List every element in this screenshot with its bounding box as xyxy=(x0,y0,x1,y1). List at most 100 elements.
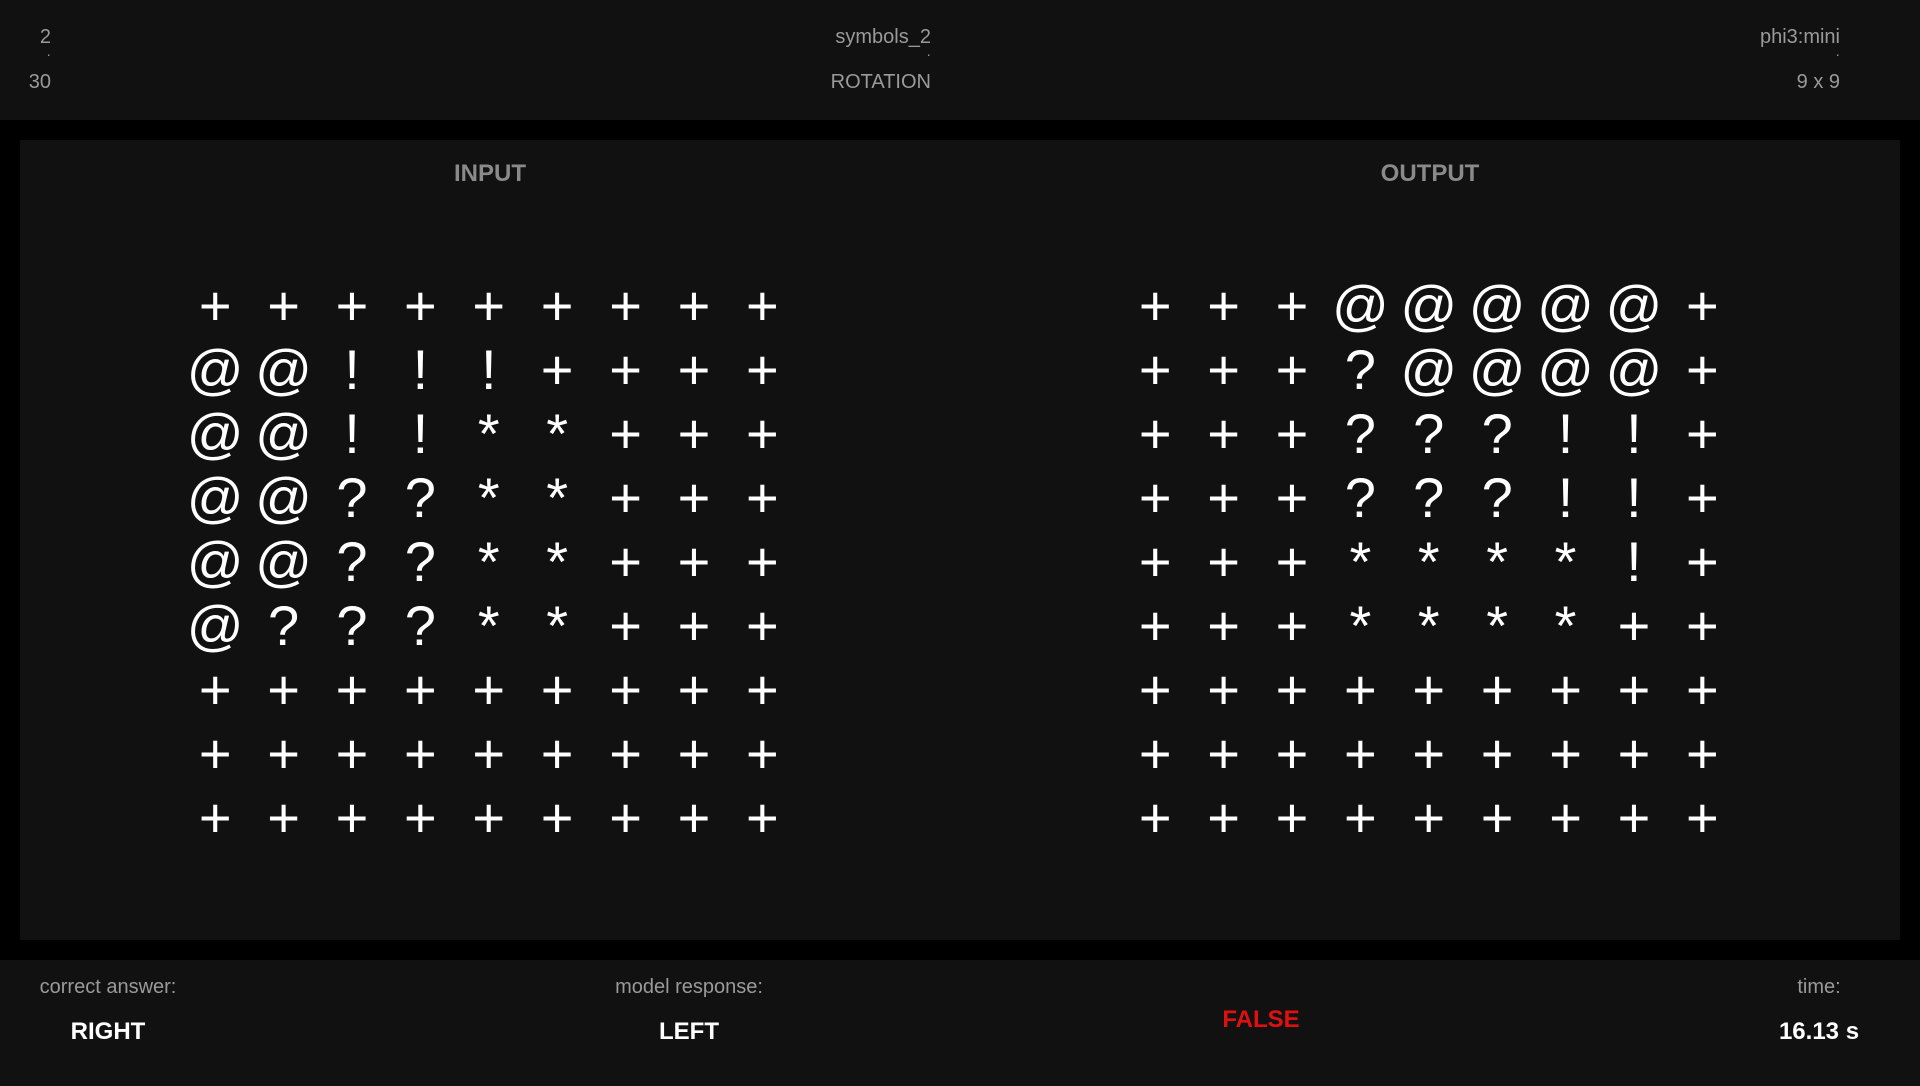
output-cell: + xyxy=(1207,658,1240,721)
input-cell: + xyxy=(472,658,506,721)
input-cell: + xyxy=(198,658,232,721)
output-cell: + xyxy=(1685,274,1719,337)
input-cell: + xyxy=(609,466,642,529)
input-cell: + xyxy=(404,274,437,337)
output-cell: ? xyxy=(1481,466,1513,529)
input-cell: + xyxy=(745,530,779,593)
output-cell: + xyxy=(1344,786,1377,849)
output-cell: + xyxy=(1138,786,1172,849)
time-label: time: xyxy=(1797,976,1841,998)
output-cell: * xyxy=(1417,530,1440,593)
input-cell: + xyxy=(677,274,711,337)
input-cell: @ xyxy=(186,338,244,401)
input-cell: @ xyxy=(255,530,313,593)
output-cell: + xyxy=(1617,658,1651,721)
input-cell: + xyxy=(745,722,779,785)
output-cell: + xyxy=(1617,594,1651,657)
output-cell: + xyxy=(1549,658,1582,721)
input-cell: + xyxy=(472,786,506,849)
input-cell: ? xyxy=(336,594,368,657)
output-cell: * xyxy=(1349,594,1372,657)
output-cell: * xyxy=(1554,594,1577,657)
input-cell: ! xyxy=(344,402,360,465)
output-cell: + xyxy=(1207,402,1240,465)
input-cell: @ xyxy=(186,594,244,657)
input-cell: + xyxy=(540,338,574,401)
output-cell: ! xyxy=(1557,466,1574,529)
output-cell: + xyxy=(1207,466,1240,529)
output-cell: + xyxy=(1480,658,1514,721)
input-cell: + xyxy=(609,786,642,849)
output-cell: ? xyxy=(1344,402,1376,465)
input-cell: + xyxy=(404,786,437,849)
result-bar: correct answer: RIGHT model response: LE… xyxy=(0,960,1920,1086)
output-cell: ? xyxy=(1481,402,1513,465)
output-cell: + xyxy=(1275,530,1309,593)
output-cell: + xyxy=(1685,594,1719,657)
input-cell: + xyxy=(745,658,779,721)
output-cell: + xyxy=(1138,594,1172,657)
input-cell: + xyxy=(609,530,642,593)
output-cell: @ xyxy=(1400,274,1458,337)
time-value: 16.13 s xyxy=(1778,1018,1860,1045)
output-cell: + xyxy=(1207,530,1240,593)
input-cell: + xyxy=(609,594,642,657)
output-cell: + xyxy=(1549,786,1582,849)
input-cell: ! xyxy=(480,338,497,401)
input-cell: + xyxy=(609,274,642,337)
output-cell: + xyxy=(1344,658,1377,721)
input-cell: * xyxy=(477,466,500,529)
input-cell: + xyxy=(404,722,437,785)
output-cell: + xyxy=(1275,786,1309,849)
output-cell: @ xyxy=(1468,338,1526,401)
output-cell: + xyxy=(1207,722,1240,785)
output-cell: + xyxy=(1617,786,1651,849)
input-cell: + xyxy=(540,658,574,721)
output-cell: ? xyxy=(1344,338,1376,401)
input-cell: + xyxy=(335,786,369,849)
input-cell: ? xyxy=(268,594,300,657)
input-cell: + xyxy=(609,338,642,401)
output-cell: + xyxy=(1138,338,1172,401)
separator-dot: · xyxy=(46,46,52,62)
grid-size: 9 x 9 xyxy=(1796,71,1841,93)
input-cell: ! xyxy=(412,402,429,465)
output-cell: + xyxy=(1207,786,1240,849)
input-cell: + xyxy=(472,274,506,337)
input-cell: * xyxy=(546,466,569,529)
input-cell: @ xyxy=(255,466,313,529)
input-cell: + xyxy=(404,658,437,721)
input-cell: * xyxy=(477,594,500,657)
input-cell: + xyxy=(540,722,574,785)
output-cell: + xyxy=(1617,722,1651,785)
input-cell: + xyxy=(745,786,779,849)
output-cell: @ xyxy=(1400,338,1458,401)
output-cell: + xyxy=(1480,722,1514,785)
output-cell: + xyxy=(1412,658,1446,721)
output-cell: * xyxy=(1349,530,1372,593)
input-cell: + xyxy=(745,338,779,401)
input-cell: + xyxy=(267,722,300,785)
input-cell: + xyxy=(335,658,369,721)
input-cell: + xyxy=(335,274,369,337)
input-cell: @ xyxy=(255,338,313,401)
output-cell: + xyxy=(1275,658,1309,721)
input-cell: + xyxy=(609,722,642,785)
input-cell: + xyxy=(540,274,574,337)
output-cell: @ xyxy=(1331,274,1389,337)
output-cell: ! xyxy=(1626,530,1642,593)
input-cell: + xyxy=(745,274,779,337)
input-cell: + xyxy=(677,658,711,721)
input-cell: + xyxy=(677,338,711,401)
input-cell: @ xyxy=(186,530,244,593)
input-cell: + xyxy=(677,722,711,785)
input-cell: + xyxy=(745,402,779,465)
correct-answer-value: RIGHT xyxy=(70,1018,146,1045)
separator-dot: · xyxy=(1835,46,1841,62)
output-cell: + xyxy=(1275,466,1309,529)
output-cell: + xyxy=(1685,402,1719,465)
output-cell: * xyxy=(1486,594,1509,657)
output-title: OUTPUT xyxy=(1380,160,1480,187)
input-cell: + xyxy=(472,722,506,785)
input-cell: + xyxy=(745,594,779,657)
